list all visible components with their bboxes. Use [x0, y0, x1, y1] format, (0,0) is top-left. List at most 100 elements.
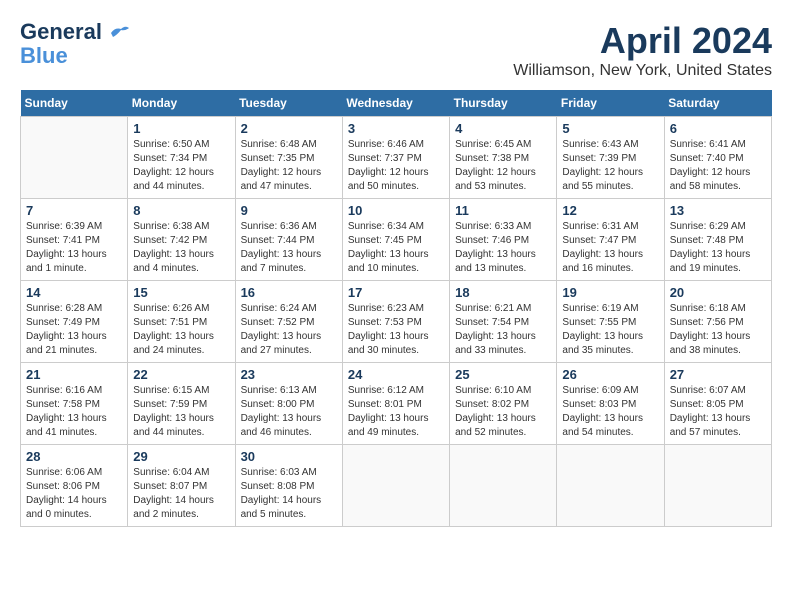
calendar-cell: 21Sunrise: 6:16 AM Sunset: 7:58 PM Dayli…	[21, 363, 128, 445]
day-number: 2	[241, 121, 337, 136]
day-info: Sunrise: 6:12 AM Sunset: 8:01 PM Dayligh…	[348, 384, 444, 440]
month-title: April 2024	[513, 20, 772, 62]
weekday-header: Sunday	[21, 90, 128, 117]
day-info: Sunrise: 6:21 AM Sunset: 7:54 PM Dayligh…	[455, 302, 551, 358]
day-number: 30	[241, 449, 337, 464]
day-info: Sunrise: 6:39 AM Sunset: 7:41 PM Dayligh…	[26, 220, 122, 276]
calendar-cell: 2 Sunrise: 6:48 AM Sunset: 7:35 PM Daylig…	[235, 117, 342, 199]
day-info: Sunrise: 6:23 AM Sunset: 7:53 PM Dayligh…	[348, 302, 444, 358]
calendar-cell: 15Sunrise: 6:26 AM Sunset: 7:51 PM Dayli…	[128, 281, 235, 363]
day-info: Sunrise: 6:07 AM Sunset: 8:05 PM Dayligh…	[670, 384, 766, 440]
day-number: 25	[455, 367, 551, 382]
calendar-week-row: 28 Sunrise: 6:06 AM Sunset: 8:06 PM Dayli…	[21, 445, 772, 527]
calendar-cell: 28 Sunrise: 6:06 AM Sunset: 8:06 PM Dayli…	[21, 445, 128, 527]
calendar-cell: 17 Sunrise: 6:23 AM Sunset: 7:53 PM Dayli…	[342, 281, 449, 363]
day-number: 7	[26, 203, 122, 218]
logo-blue: Blue	[20, 44, 68, 68]
day-number: 1	[133, 121, 229, 136]
calendar-cell: 16 Sunrise: 6:24 AM Sunset: 7:52 PM Dayli…	[235, 281, 342, 363]
day-info: Sunrise: 6:34 AM Sunset: 7:45 PM Dayligh…	[348, 220, 444, 276]
day-number: 16	[241, 285, 337, 300]
day-info: Sunrise: 6:29 AM Sunset: 7:48 PM Dayligh…	[670, 220, 766, 276]
day-info: Sunrise: 6:16 AM Sunset: 7:58 PM Dayligh…	[26, 384, 122, 440]
calendar-cell: 5Sunrise: 6:43 AM Sunset: 7:39 PM Daylig…	[557, 117, 664, 199]
day-info: Sunrise: 6:50 AM Sunset: 7:34 PM Dayligh…	[133, 138, 229, 194]
calendar-cell: 10 Sunrise: 6:34 AM Sunset: 7:45 PM Dayli…	[342, 199, 449, 281]
calendar-cell: 23 Sunrise: 6:13 AM Sunset: 8:00 PM Dayli…	[235, 363, 342, 445]
day-info: Sunrise: 6:28 AM Sunset: 7:49 PM Dayligh…	[26, 302, 122, 358]
day-number: 20	[670, 285, 766, 300]
day-info: Sunrise: 6:24 AM Sunset: 7:52 PM Dayligh…	[241, 302, 337, 358]
calendar-cell: 20 Sunrise: 6:18 AM Sunset: 7:56 PM Dayli…	[664, 281, 771, 363]
logo: General Blue	[20, 20, 131, 68]
calendar-week-row: 1 Sunrise: 6:50 AM Sunset: 7:34 PM Daylig…	[21, 117, 772, 199]
day-info: Sunrise: 6:15 AM Sunset: 7:59 PM Dayligh…	[133, 384, 229, 440]
day-number: 29	[133, 449, 229, 464]
calendar-cell	[21, 117, 128, 199]
day-number: 4	[455, 121, 551, 136]
day-number: 18	[455, 285, 551, 300]
logo-text: General	[20, 20, 131, 44]
day-info: Sunrise: 6:31 AM Sunset: 7:47 PM Dayligh…	[562, 220, 658, 276]
header: General Blue April 2024 Williamson, New …	[20, 20, 772, 80]
location-subtitle: Williamson, New York, United States	[513, 62, 772, 80]
day-info: Sunrise: 6:33 AM Sunset: 7:46 PM Dayligh…	[455, 220, 551, 276]
calendar-cell: 19 Sunrise: 6:19 AM Sunset: 7:55 PM Dayli…	[557, 281, 664, 363]
calendar-cell: 22 Sunrise: 6:15 AM Sunset: 7:59 PM Dayli…	[128, 363, 235, 445]
calendar-cell	[557, 445, 664, 527]
day-number: 22	[133, 367, 229, 382]
day-number: 26	[562, 367, 658, 382]
day-number: 8	[133, 203, 229, 218]
weekday-header: Thursday	[450, 90, 557, 117]
day-info: Sunrise: 6:46 AM Sunset: 7:37 PM Dayligh…	[348, 138, 444, 194]
day-number: 27	[670, 367, 766, 382]
title-section: April 2024 Williamson, New York, United …	[513, 20, 772, 80]
day-number: 13	[670, 203, 766, 218]
calendar-cell: 11 Sunrise: 6:33 AM Sunset: 7:46 PM Dayli…	[450, 199, 557, 281]
day-number: 19	[562, 285, 658, 300]
weekday-header: Friday	[557, 90, 664, 117]
day-number: 17	[348, 285, 444, 300]
day-number: 6	[670, 121, 766, 136]
calendar-cell: 12 Sunrise: 6:31 AM Sunset: 7:47 PM Dayli…	[557, 199, 664, 281]
calendar-cell: 27 Sunrise: 6:07 AM Sunset: 8:05 PM Dayli…	[664, 363, 771, 445]
calendar-cell	[450, 445, 557, 527]
calendar-week-row: 21Sunrise: 6:16 AM Sunset: 7:58 PM Dayli…	[21, 363, 772, 445]
calendar-cell	[664, 445, 771, 527]
day-info: Sunrise: 6:13 AM Sunset: 8:00 PM Dayligh…	[241, 384, 337, 440]
weekday-header: Tuesday	[235, 90, 342, 117]
calendar-cell: 30Sunrise: 6:03 AM Sunset: 8:08 PM Dayli…	[235, 445, 342, 527]
day-info: Sunrise: 6:38 AM Sunset: 7:42 PM Dayligh…	[133, 220, 229, 276]
day-info: Sunrise: 6:18 AM Sunset: 7:56 PM Dayligh…	[670, 302, 766, 358]
calendar-cell: 29Sunrise: 6:04 AM Sunset: 8:07 PM Dayli…	[128, 445, 235, 527]
calendar-cell: 18 Sunrise: 6:21 AM Sunset: 7:54 PM Dayli…	[450, 281, 557, 363]
day-info: Sunrise: 6:36 AM Sunset: 7:44 PM Dayligh…	[241, 220, 337, 276]
day-number: 12	[562, 203, 658, 218]
day-number: 28	[26, 449, 122, 464]
calendar-cell: 25Sunrise: 6:10 AM Sunset: 8:02 PM Dayli…	[450, 363, 557, 445]
day-info: Sunrise: 6:43 AM Sunset: 7:39 PM Dayligh…	[562, 138, 658, 194]
calendar-cell: 6 Sunrise: 6:41 AM Sunset: 7:40 PM Daylig…	[664, 117, 771, 199]
calendar-cell: 3 Sunrise: 6:46 AM Sunset: 7:37 PM Daylig…	[342, 117, 449, 199]
calendar-week-row: 7 Sunrise: 6:39 AM Sunset: 7:41 PM Daylig…	[21, 199, 772, 281]
day-number: 3	[348, 121, 444, 136]
day-number: 23	[241, 367, 337, 382]
day-info: Sunrise: 6:48 AM Sunset: 7:35 PM Dayligh…	[241, 138, 337, 194]
day-info: Sunrise: 6:45 AM Sunset: 7:38 PM Dayligh…	[455, 138, 551, 194]
day-info: Sunrise: 6:19 AM Sunset: 7:55 PM Dayligh…	[562, 302, 658, 358]
day-number: 10	[348, 203, 444, 218]
day-info: Sunrise: 6:41 AM Sunset: 7:40 PM Dayligh…	[670, 138, 766, 194]
weekday-header: Wednesday	[342, 90, 449, 117]
day-number: 11	[455, 203, 551, 218]
calendar-cell: 1 Sunrise: 6:50 AM Sunset: 7:34 PM Daylig…	[128, 117, 235, 199]
calendar-cell	[342, 445, 449, 527]
calendar-cell: 8 Sunrise: 6:38 AM Sunset: 7:42 PM Daylig…	[128, 199, 235, 281]
calendar-cell: 24Sunrise: 6:12 AM Sunset: 8:01 PM Dayli…	[342, 363, 449, 445]
bird-icon	[109, 25, 131, 41]
calendar-cell: 13 Sunrise: 6:29 AM Sunset: 7:48 PM Dayli…	[664, 199, 771, 281]
day-info: Sunrise: 6:06 AM Sunset: 8:06 PM Dayligh…	[26, 466, 122, 522]
day-number: 15	[133, 285, 229, 300]
calendar-cell: 7 Sunrise: 6:39 AM Sunset: 7:41 PM Daylig…	[21, 199, 128, 281]
calendar-week-row: 14Sunrise: 6:28 AM Sunset: 7:49 PM Dayli…	[21, 281, 772, 363]
day-number: 9	[241, 203, 337, 218]
